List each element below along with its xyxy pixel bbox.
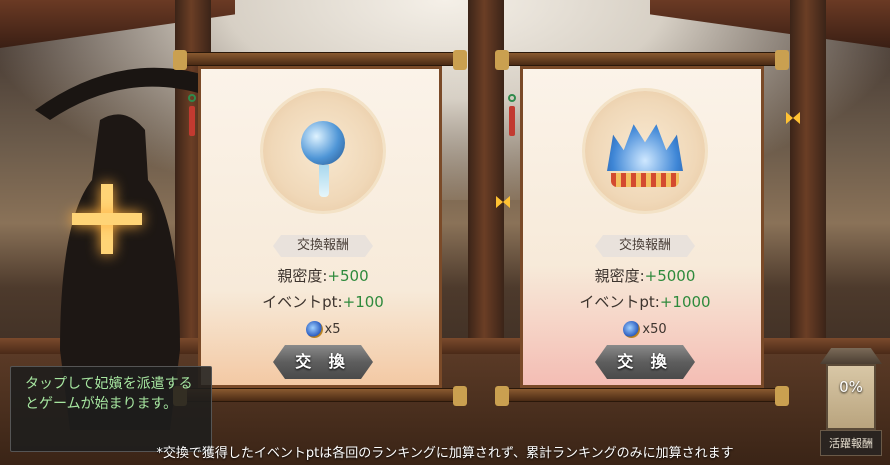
affection-row: 親密度:+5000 (523, 265, 767, 286)
event-pt-value: +100 (342, 293, 384, 311)
hint-box: タップして妃嬪を派遣するとゲームが始まります。 (10, 366, 212, 452)
phoenix-crown-icon (607, 124, 683, 171)
event-pt-value: +1000 (659, 293, 711, 311)
lantern-cap (820, 348, 882, 364)
affection-label: 親密度: (594, 267, 645, 285)
event-pt-row: イベントpt:+100 (201, 291, 445, 312)
cost-row: x50 (523, 321, 767, 338)
affection-row: 親密度:+500 (201, 265, 445, 286)
reward-label: 交換報酬 (595, 235, 695, 257)
affection-value: +5000 (644, 267, 696, 285)
scroll-paper: 交換報酬 親密度:+5000 イベントpt:+1000 x50 交 換 (520, 66, 764, 388)
footer-note: *交換で獲得したイベントptは各回のランキングに加算されず、累計ランキングのみに… (156, 446, 734, 461)
add-consort-button[interactable] (72, 184, 142, 254)
affection-label: 親密度: (277, 267, 328, 285)
event-pt-label: イベントpt: (579, 293, 660, 311)
event-pt-label: イベントpt: (262, 293, 343, 311)
activity-reward-lantern[interactable]: 0% 活躍報酬 (820, 348, 882, 456)
cost-value: x5 (324, 322, 341, 337)
activity-percent: 0% (839, 378, 863, 396)
scroll-bottom-rod (173, 386, 467, 406)
reward-item-frame (585, 91, 705, 211)
cost-value: x50 (642, 322, 667, 337)
lantern-body (826, 364, 876, 430)
hint-text: タップして妃嬪を派遣するとゲームが始まります。 (25, 376, 193, 412)
gem-currency-icon (623, 321, 641, 338)
affection-value: +500 (327, 267, 369, 285)
scroll-paper: 交換報酬 親密度:+500 イベントpt:+100 x5 交 換 (198, 66, 442, 388)
event-pt-row: イベントpt:+1000 (523, 291, 767, 312)
exchange-button[interactable]: 交 換 (273, 345, 373, 379)
exchange-button[interactable]: 交 換 (595, 345, 695, 379)
gem-currency-icon (305, 321, 323, 338)
crown-jewels (611, 173, 679, 187)
exchange-card-2: 交換報酬 親密度:+5000 イベントpt:+1000 x50 交 換 (495, 50, 789, 406)
exchange-card-1: 交換報酬 親密度:+500 イベントpt:+100 x5 交 換 (173, 50, 467, 406)
scroll-top-rod (495, 50, 789, 70)
orb-tassel (319, 165, 329, 197)
reward-item-frame (263, 91, 383, 211)
cost-row: x5 (201, 321, 445, 338)
reward-label: 交換報酬 (273, 235, 373, 257)
scroll-top-rod (173, 50, 467, 70)
blue-orb-ornament-icon (301, 121, 345, 165)
scroll-bottom-rod (495, 386, 789, 406)
